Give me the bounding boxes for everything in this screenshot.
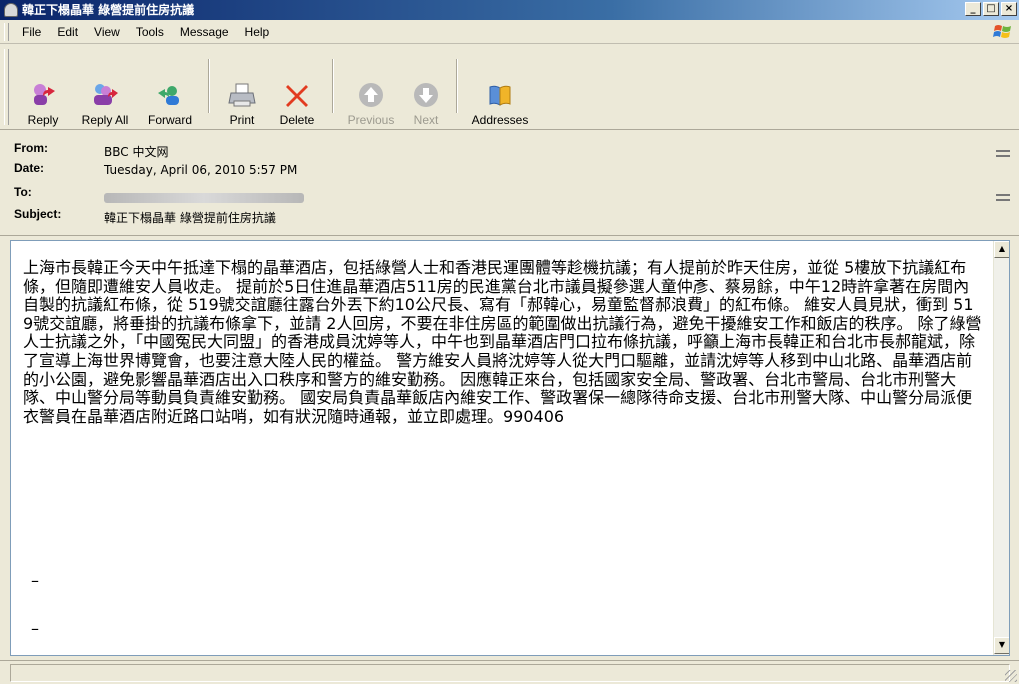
scroll-down-arrow-icon[interactable]: ▼ — [994, 637, 1009, 654]
message-body-pane[interactable]: 上海市長韓正今天中午抵達下榻的晶華酒店，包括綠營人士和香港民運團體等趁機抗議；有… — [10, 240, 1010, 656]
menu-tools[interactable]: Tools — [128, 25, 172, 39]
status-pane — [10, 664, 1010, 682]
close-button[interactable]: × — [1001, 2, 1017, 16]
windows-logo-icon — [993, 25, 1011, 38]
delete-x-icon — [286, 85, 308, 107]
printer-icon — [228, 83, 256, 107]
menu-view[interactable]: View — [86, 25, 128, 39]
message-body-text: 上海市長韓正今天中午抵達下榻的晶華酒店，包括綠營人士和香港民運團體等趁機抗議；有… — [23, 258, 982, 426]
forward-button[interactable]: Forward — [138, 51, 202, 127]
down-arrow-icon — [414, 83, 438, 107]
reply-all-button[interactable]: Reply All — [72, 51, 138, 127]
title-bar: 韓正下榻晶華 綠營提前住房抗議 _ □ × — [0, 0, 1019, 20]
window-title: 韓正下榻晶華 綠營提前住房抗議 — [22, 3, 195, 17]
maximize-button[interactable]: □ — [983, 2, 999, 16]
message-headers: From: BBC 中文网 Date: Tuesday, April 06, 2… — [0, 131, 1019, 236]
from-value[interactable]: BBC 中文网 — [104, 143, 168, 160]
vertical-scrollbar[interactable]: ▲ ▼ — [993, 241, 1009, 655]
contact-card-icon[interactable] — [995, 191, 1011, 205]
toolbar-separator — [456, 59, 458, 113]
menu-edit[interactable]: Edit — [49, 25, 86, 39]
menu-file[interactable]: File — [14, 25, 49, 39]
mail-message-icon — [4, 3, 18, 17]
delete-button[interactable]: Delete — [268, 51, 326, 127]
reply-all-icon — [94, 84, 118, 105]
next-button[interactable]: Next — [402, 51, 450, 127]
reply-icon — [34, 84, 55, 105]
to-value-redacted[interactable] — [104, 193, 304, 203]
minimize-button[interactable]: _ — [965, 2, 981, 16]
to-label: To: — [14, 185, 32, 199]
message-dash: – — [31, 571, 39, 590]
address-book-icon — [489, 85, 511, 106]
up-arrow-icon — [359, 83, 383, 107]
from-row: From: BBC 中文网 — [0, 141, 1019, 163]
reply-button[interactable]: Reply — [14, 51, 72, 127]
menu-bar: File Edit View Tools Message Help — [0, 20, 1019, 44]
resize-grip-icon[interactable] — [1005, 670, 1017, 682]
subject-row: Subject: 韓正下榻晶華 綠營提前住房抗議 — [0, 207, 1019, 229]
date-value: Tuesday, April 06, 2010 5:57 PM — [104, 163, 298, 177]
subject-label: Subject: — [14, 207, 62, 221]
message-dash: – — [31, 619, 39, 638]
menu-message[interactable]: Message — [172, 25, 237, 39]
date-row: Date: Tuesday, April 06, 2010 5:57 PM — [0, 161, 1019, 183]
scroll-up-arrow-icon[interactable]: ▲ — [994, 241, 1009, 258]
addresses-button[interactable]: Addresses — [464, 51, 536, 127]
print-button[interactable]: Print — [216, 51, 268, 127]
to-row: To: — [0, 185, 1019, 207]
menu-help[interactable]: Help — [237, 25, 278, 39]
toolbar-separator — [208, 59, 210, 113]
toolbar-separator — [332, 59, 334, 113]
previous-button[interactable]: Previous — [340, 51, 402, 127]
contact-card-icon[interactable] — [995, 147, 1011, 161]
status-bar — [0, 660, 1019, 684]
date-label: Date: — [14, 161, 45, 175]
toolbar: Reply Reply All Forward Print Delete Pre… — [0, 45, 1019, 130]
forward-icon — [158, 86, 179, 105]
subject-value: 韓正下榻晶華 綠營提前住房抗議 — [104, 211, 276, 225]
from-label: From: — [14, 141, 48, 155]
